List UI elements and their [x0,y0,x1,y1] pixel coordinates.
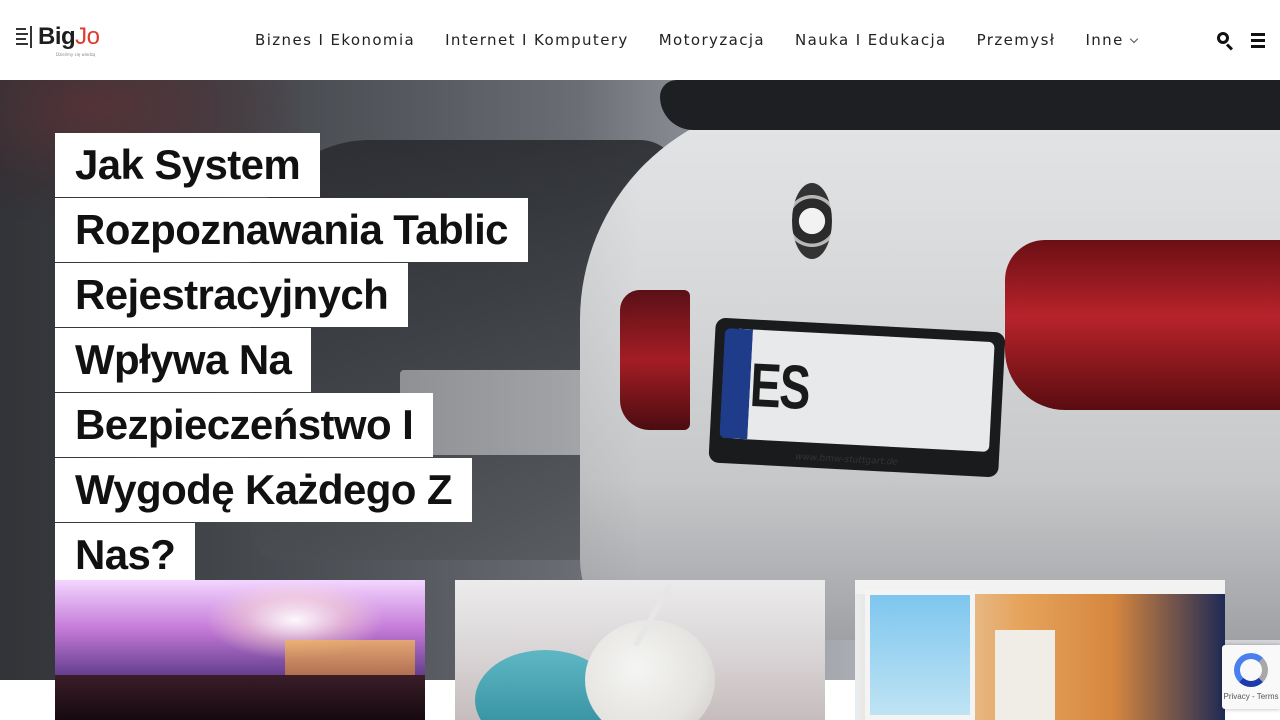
title-line: Rejestracyjnych [55,263,409,327]
search-icon[interactable] [1216,31,1234,51]
site-header: BigJo Dzielimy się wiedzą Biznes I Ekono… [0,0,1280,80]
title-line: Nas? [55,523,196,587]
recaptcha-badge[interactable]: Privacy - Terms [1222,645,1280,709]
recaptcha-terms[interactable]: Privacy - Terms [1222,692,1280,701]
title-line: Wpływa Na [55,328,312,392]
article-card-facial[interactable] [455,580,825,720]
site-logo[interactable]: BigJo Dzielimy się wiedzą [16,22,100,57]
title-line: Jak System [55,133,321,197]
chevron-down-icon [1129,34,1138,43]
license-plate-text: ES [748,350,811,423]
tail-light-right [1005,240,1280,410]
main-nav: Biznes I Ekonomia Internet I Komputery M… [255,29,1167,51]
logo-wordmark: BigJo [38,23,100,50]
title-line: Rozpoznawania Tablic [55,198,528,262]
menu-icon[interactable] [1250,31,1268,49]
nav-item-inne-label: Inne [1085,31,1124,49]
title-line: Bezpieczeństwo I [55,393,434,457]
article-card-kitchen[interactable] [855,580,1225,720]
logo-tagline: Dzielimy się wiedzą [56,52,96,57]
nav-item-biznes[interactable]: Biznes I Ekonomia [255,29,415,51]
article-card-concert[interactable] [55,580,425,720]
article-title[interactable]: Jak System Rozpoznawania Tablic Rejestra… [55,133,528,588]
nav-item-internet[interactable]: Internet I Komputery [445,29,629,51]
recaptcha-icon [1234,653,1268,687]
nav-item-przemysl[interactable]: Przemysł [977,29,1056,51]
title-line: Wygodę Każdego Z [55,458,472,522]
nav-item-inne[interactable]: Inne [1085,29,1138,51]
logo-mark-icon [16,26,34,48]
car-emblem-icon [792,183,832,259]
nav-item-motoryzacja[interactable]: Motoryzacja [659,29,765,51]
nav-item-nauka[interactable]: Nauka I Edukacja [795,29,947,51]
